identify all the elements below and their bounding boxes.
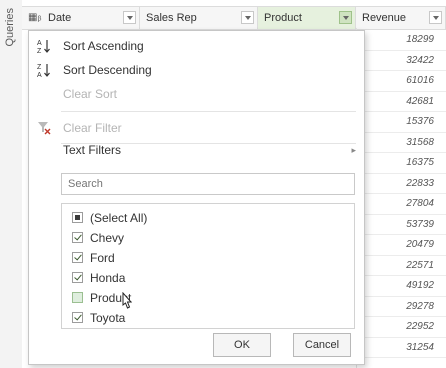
svg-text:Z: Z [37, 48, 42, 54]
queries-pane[interactable]: Queries [0, 0, 23, 368]
table-cell[interactable]: 15376 [356, 112, 446, 133]
column-header-date-label: Date [48, 12, 72, 24]
text-filters-label: Text Filters [63, 143, 122, 157]
table-cell[interactable]: 49192 [356, 276, 446, 297]
column-header-revenue-label: Revenue [362, 12, 407, 24]
revenue-column-cells: 18299 32422 61016 42681 15376 31568 1637… [356, 30, 446, 358]
list-item-label: Honda [90, 271, 126, 285]
table-cell[interactable]: 20479 [356, 235, 446, 256]
mouse-pointer-icon [122, 292, 133, 309]
clear-sort-item: Clear Sort [29, 83, 364, 105]
table-cell[interactable]: 42681 [356, 92, 446, 112]
column-header-product[interactable]: Product [258, 7, 356, 29]
product-filter-dropdown-icon[interactable] [339, 11, 352, 24]
table-cell[interactable]: 61016 [356, 71, 446, 92]
column-header-product-label: Product [264, 12, 302, 24]
chevy-checkbox[interactable] [72, 232, 83, 243]
ok-button[interactable]: OK [213, 333, 271, 357]
menu-separator [61, 111, 356, 112]
table-cell[interactable]: 27804 [356, 194, 446, 215]
clear-filter-label: Clear Filter [63, 121, 122, 135]
queries-pane-label: Queries [4, 8, 16, 47]
column-header-date[interactable]: ▦ᵦ Date [22, 7, 140, 29]
clear-sort-label: Clear Sort [63, 87, 118, 101]
table-cell[interactable]: 53739 [356, 215, 446, 235]
sort-descending-label: Sort Descending [63, 63, 152, 77]
cancel-button[interactable]: Cancel [293, 333, 351, 357]
column-header-sales-rep[interactable]: Sales Rep [140, 7, 258, 29]
list-item[interactable]: Toyota [72, 308, 342, 328]
text-filters-item[interactable]: Text Filters ▸ [29, 139, 364, 161]
svg-text:Z: Z [37, 64, 42, 71]
submenu-arrow-icon: ▸ [351, 145, 356, 155]
filter-search-input[interactable] [61, 173, 355, 195]
list-item-label: Chevy [90, 231, 125, 245]
list-item[interactable]: Honda [72, 268, 342, 288]
column-header-sales-rep-label: Sales Rep [146, 12, 197, 24]
table-cell[interactable]: 22833 [356, 174, 446, 194]
column-header-row: ▦ᵦ Date Sales Rep Product Revenue [22, 6, 446, 30]
list-item-label: Ford [90, 251, 115, 265]
table-cell[interactable]: 31254 [356, 338, 446, 358]
toyota-checkbox[interactable] [72, 312, 83, 323]
select-all-checkbox[interactable] [72, 212, 83, 223]
revenue-filter-dropdown-icon[interactable] [429, 11, 442, 24]
sort-ascending-item[interactable]: A Z Sort Ascending [29, 35, 364, 57]
sales-rep-filter-dropdown-icon[interactable] [241, 11, 254, 24]
table-cell[interactable]: 16375 [356, 153, 446, 174]
list-item[interactable]: Product [72, 288, 342, 308]
filter-value-list: (Select All) Chevy Ford Honda Product To… [61, 203, 355, 329]
table-cell[interactable]: 32422 [356, 51, 446, 71]
sort-descending-item[interactable]: Z A Sort Descending [29, 59, 364, 81]
clear-filter-item: Clear Filter [29, 117, 364, 139]
column-header-revenue[interactable]: Revenue [356, 7, 446, 29]
list-item[interactable]: (Select All) [72, 208, 342, 228]
sort-ascending-label: Sort Ascending [63, 39, 144, 53]
list-item-label: (Select All) [90, 211, 148, 225]
table-cell[interactable]: 29278 [356, 297, 446, 317]
date-filter-dropdown-icon[interactable] [123, 11, 136, 24]
sort-ascending-icon: A Z [37, 40, 50, 54]
list-item[interactable]: Chevy [72, 228, 342, 248]
table-cell[interactable]: 22571 [356, 256, 446, 276]
svg-text:A: A [37, 40, 42, 47]
table-cell[interactable]: 31568 [356, 133, 446, 153]
ford-checkbox[interactable] [72, 252, 83, 263]
sort-descending-icon: Z A [37, 64, 50, 78]
clear-filter-icon [38, 122, 51, 135]
svg-text:A: A [37, 72, 42, 78]
list-item[interactable]: Ford [72, 248, 342, 268]
product-checkbox[interactable] [72, 292, 83, 303]
table-cell[interactable]: 22952 [356, 317, 446, 338]
date-type-icon[interactable]: ▦ᵦ [28, 7, 41, 29]
filter-dropdown-panel: A Z Sort Ascending Z A Sort Descending C… [28, 30, 365, 365]
table-cell[interactable]: 18299 [356, 30, 446, 51]
honda-checkbox[interactable] [72, 272, 83, 283]
